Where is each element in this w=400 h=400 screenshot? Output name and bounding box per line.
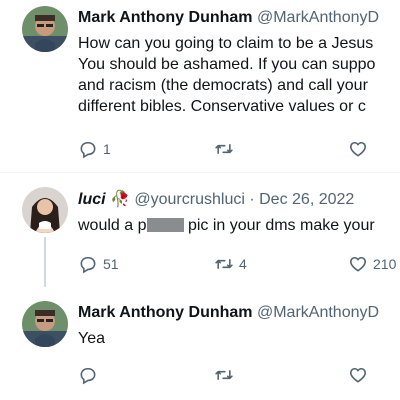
- user-handle[interactable]: @MarkAnthonyD: [257, 304, 379, 321]
- display-name[interactable]: luci: [78, 191, 106, 208]
- reply-button[interactable]: 1: [78, 139, 111, 159]
- reply-button[interactable]: 51: [78, 254, 119, 274]
- action-bar: 1: [78, 139, 400, 159]
- action-bar: 51 4 210: [78, 254, 400, 274]
- thread-line: [44, 237, 46, 287]
- tweet-line: How can you going to claim to be a Jesus: [78, 35, 374, 52]
- like-icon: [350, 367, 366, 383]
- reply-icon: [80, 367, 96, 385]
- reply-count: 1: [103, 141, 111, 157]
- reply-icon: [80, 256, 96, 274]
- tweet-header: Mark Anthony Dunham @MarkAnthonyD: [78, 8, 379, 28]
- tweet-text-start: would a p: [78, 217, 147, 234]
- tweet-text-end: pic in your dms make your: [183, 217, 375, 234]
- reply-icon: [80, 141, 96, 159]
- tweet-header: Mark Anthony Dunham @MarkAnthonyD: [78, 303, 379, 323]
- tweet-text: How can you going to claim to be a Jesus…: [78, 33, 375, 117]
- reply-button[interactable]: [78, 365, 103, 385]
- retweet-button[interactable]: [214, 365, 239, 385]
- user-handle[interactable]: @MarkAnthonyD: [257, 9, 379, 26]
- avatar[interactable]: [22, 301, 68, 347]
- avatar[interactable]: [22, 6, 68, 52]
- like-button[interactable]: 210: [348, 254, 396, 274]
- tweet-text: Yea: [78, 328, 105, 349]
- retweet-button[interactable]: [214, 139, 239, 159]
- tweet-line: You should be ashamed. If you can suppo: [78, 56, 376, 73]
- reply-count: 51: [103, 256, 119, 272]
- tweet-line: different bibles. Conservative values or…: [78, 98, 366, 115]
- rose-emoji: 🥀: [110, 191, 130, 208]
- action-bar: [78, 365, 400, 385]
- like-icon: [350, 256, 366, 272]
- tweet-line: and racism (the democrats) and call your: [78, 77, 368, 94]
- retweet-icon: [215, 259, 233, 269]
- retweet-icon: [215, 144, 233, 154]
- retweet-button[interactable]: 4: [214, 254, 247, 274]
- like-icon: [350, 141, 366, 157]
- display-name[interactable]: Mark Anthony Dunham: [78, 304, 253, 321]
- tweet-line: Yea: [78, 330, 105, 347]
- like-button[interactable]: [348, 365, 373, 385]
- redaction-box: [146, 218, 184, 232]
- tweet-2[interactable]: luci 🥀 @yourcrushluci · Dec 26, 2022 wou…: [0, 173, 400, 291]
- tweet-header: luci 🥀 @yourcrushluci · Dec 26, 2022: [78, 190, 354, 210]
- avatar[interactable]: [22, 187, 68, 233]
- like-count: 210: [373, 256, 397, 272]
- tweet-text: would a p pic in your dms make your: [78, 215, 375, 236]
- display-name[interactable]: Mark Anthony Dunham: [78, 9, 253, 26]
- retweet-icon: [215, 370, 233, 380]
- tweet-3[interactable]: Mark Anthony Dunham @MarkAnthonyD Yea: [0, 291, 400, 400]
- retweet-count: 4: [239, 256, 247, 272]
- tweet-1[interactable]: Mark Anthony Dunham @MarkAnthonyD How ca…: [0, 0, 400, 172]
- tweet-date[interactable]: · Dec 26, 2022: [249, 191, 354, 208]
- like-button[interactable]: [348, 139, 373, 159]
- user-handle[interactable]: @yourcrushluci: [134, 191, 245, 208]
